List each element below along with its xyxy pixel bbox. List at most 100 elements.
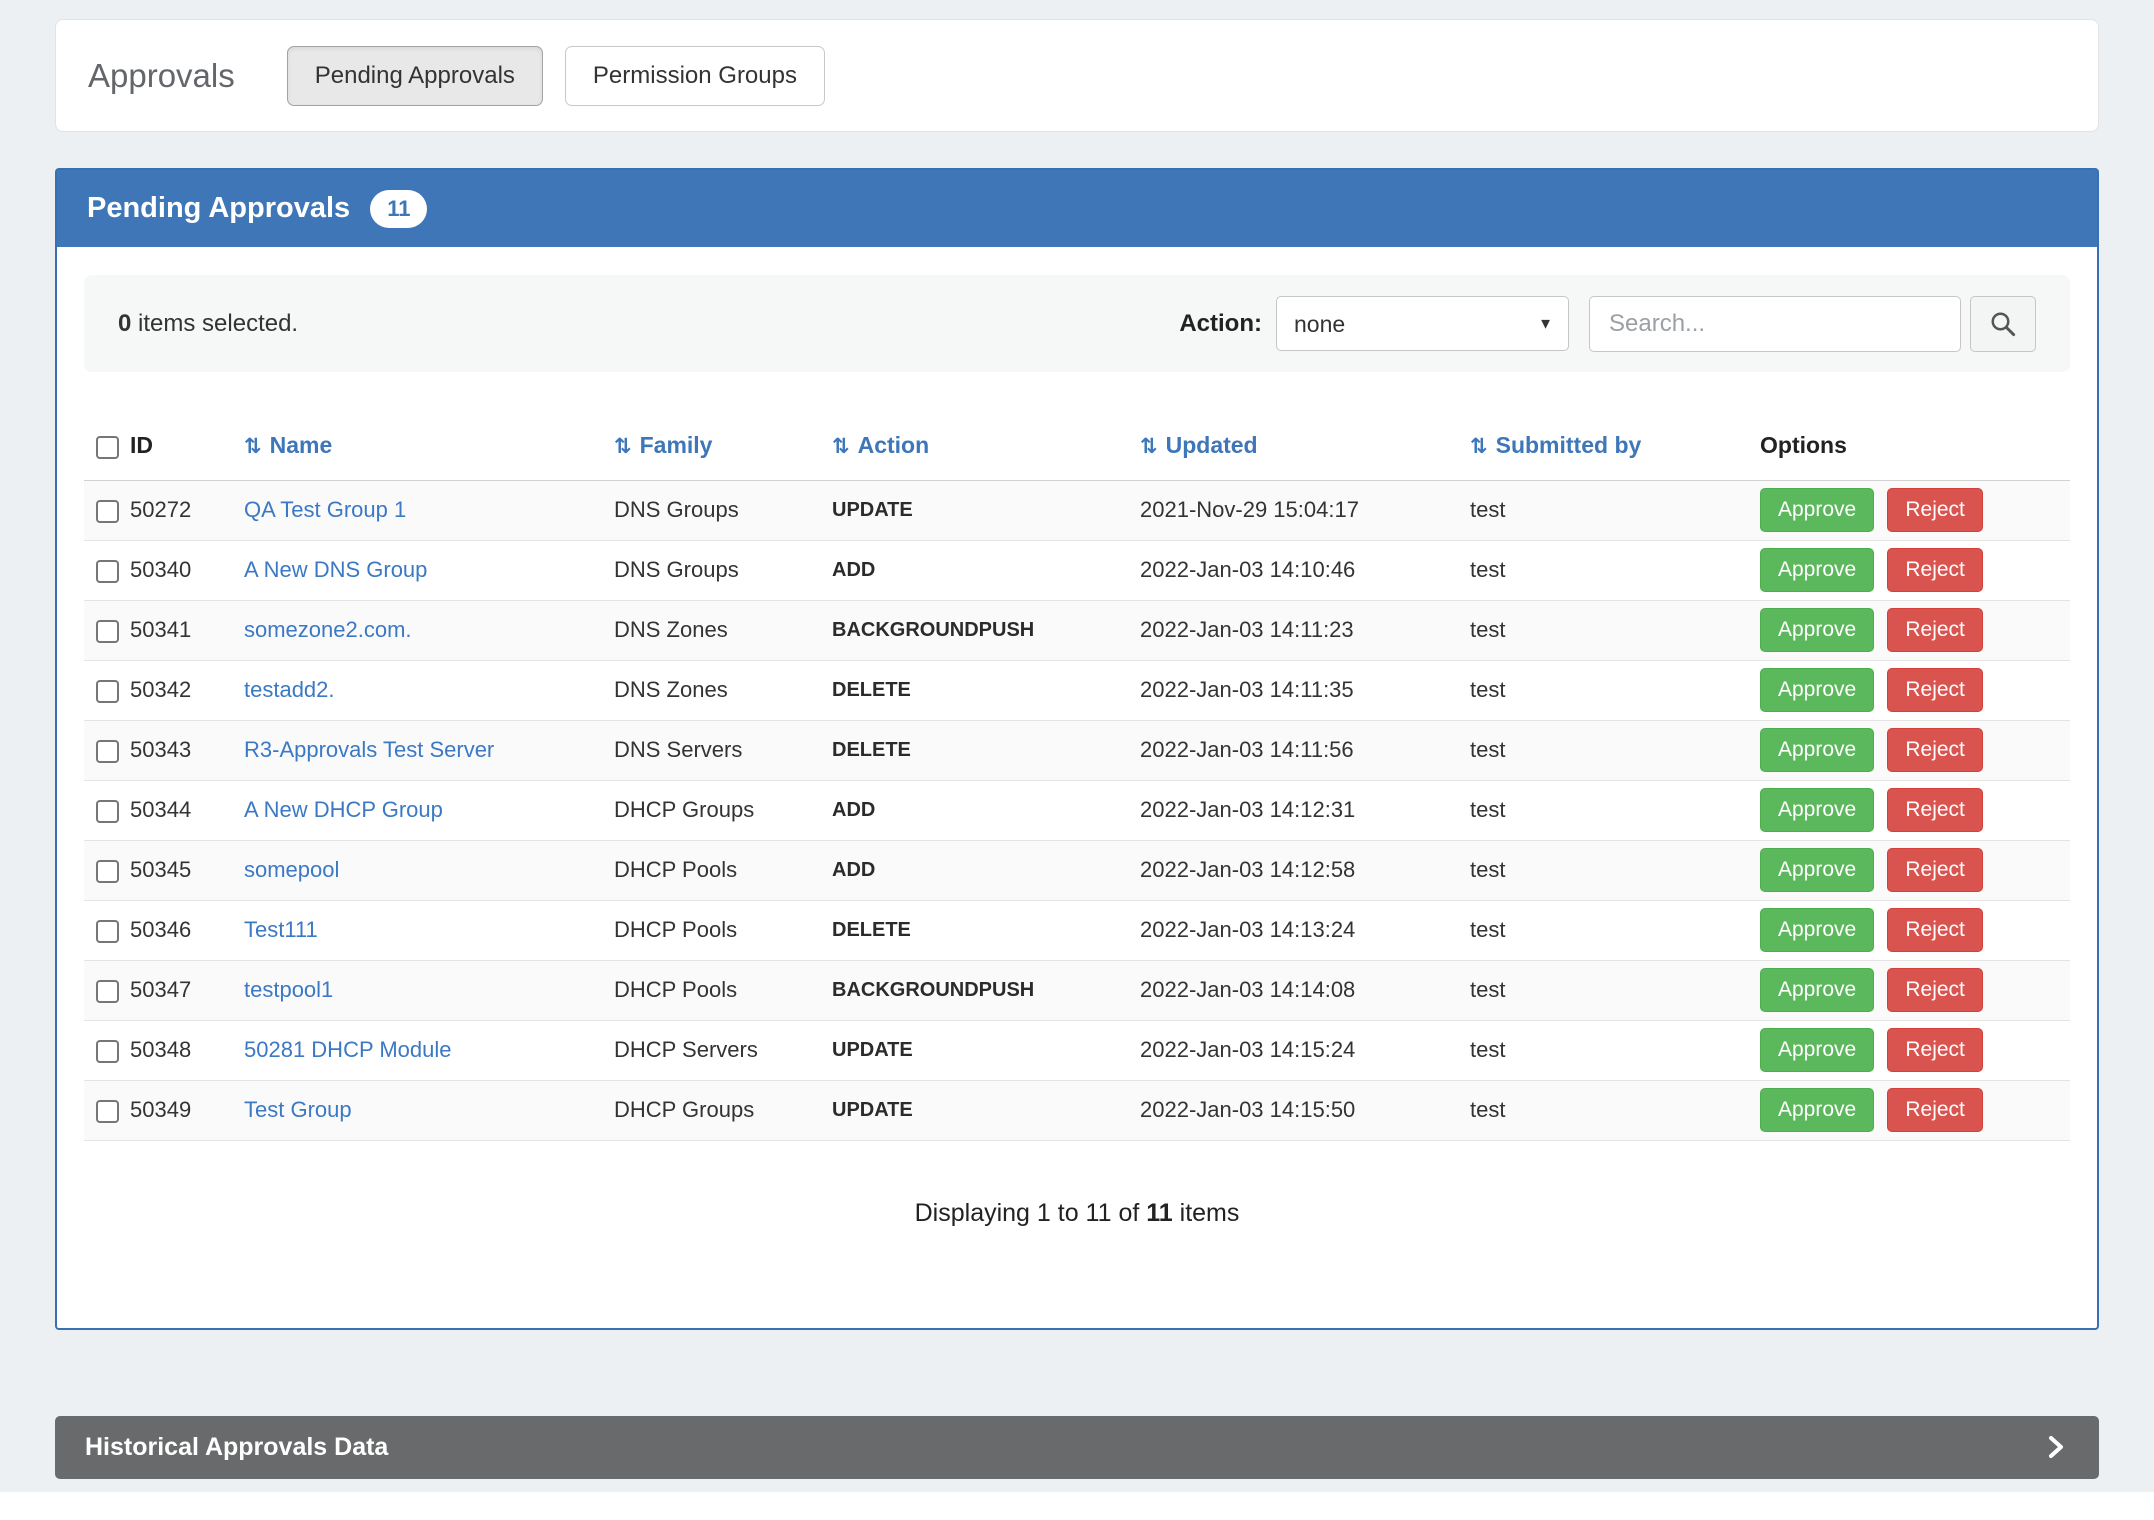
row-checkbox[interactable] xyxy=(96,860,119,883)
cell-action: ADD xyxy=(832,540,1140,600)
reject-button[interactable]: Reject xyxy=(1887,1028,1983,1072)
reject-button[interactable]: Reject xyxy=(1887,908,1983,952)
approval-name-link[interactable]: Test111 xyxy=(244,917,318,942)
column-header-submitted-by[interactable]: ⇅Submitted by xyxy=(1470,412,1760,480)
cell-action: BACKGROUNDPUSH xyxy=(832,600,1140,660)
select-all-checkbox[interactable] xyxy=(96,436,119,459)
reject-button[interactable]: Reject xyxy=(1887,848,1983,892)
top-bar: Approvals Pending Approvals Permission G… xyxy=(55,19,2099,132)
cell-updated: 2022-Jan-03 14:10:46 xyxy=(1140,540,1470,600)
cell-action: UPDATE xyxy=(832,480,1140,540)
approve-button[interactable]: Approve xyxy=(1760,668,1874,712)
action-label: Action: xyxy=(1179,310,1262,338)
cell-options: Approve Reject xyxy=(1760,600,2070,660)
cell-action: DELETE xyxy=(832,720,1140,780)
row-checkbox-cell xyxy=(84,840,130,900)
row-checkbox-cell xyxy=(84,540,130,600)
cell-submitted-by: test xyxy=(1470,900,1760,960)
cell-family: DHCP Groups xyxy=(614,780,832,840)
search-input[interactable] xyxy=(1589,296,1961,352)
approval-name-link[interactable]: testpool1 xyxy=(244,977,333,1002)
cell-family: DHCP Servers xyxy=(614,1020,832,1080)
cell-submitted-by: test xyxy=(1470,720,1760,780)
row-checkbox-cell xyxy=(84,660,130,720)
approval-name-link[interactable]: R3-Approvals Test Server xyxy=(244,737,494,762)
approve-button[interactable]: Approve xyxy=(1760,1028,1874,1072)
cell-updated: 2022-Jan-03 14:11:35 xyxy=(1140,660,1470,720)
column-header-family[interactable]: ⇅Family xyxy=(614,412,832,480)
row-checkbox[interactable] xyxy=(96,560,119,583)
cell-family: DHCP Pools xyxy=(614,840,832,900)
search-button[interactable] xyxy=(1970,296,2036,352)
approval-name-link[interactable]: 50281 DHCP Module xyxy=(244,1037,452,1062)
approval-name-link[interactable]: A New DNS Group xyxy=(244,557,427,582)
approval-name-link[interactable]: testadd2. xyxy=(244,677,335,702)
approve-button[interactable]: Approve xyxy=(1760,968,1874,1012)
row-checkbox[interactable] xyxy=(96,920,119,943)
reject-button[interactable]: Reject xyxy=(1887,548,1983,592)
cell-name: A New DHCP Group xyxy=(244,780,614,840)
row-checkbox[interactable] xyxy=(96,680,119,703)
approve-button[interactable]: Approve xyxy=(1760,548,1874,592)
cell-name: 50281 DHCP Module xyxy=(244,1020,614,1080)
approve-button[interactable]: Approve xyxy=(1760,788,1874,832)
cell-submitted-by: test xyxy=(1470,600,1760,660)
approve-button[interactable]: Approve xyxy=(1760,728,1874,772)
reject-button[interactable]: Reject xyxy=(1887,788,1983,832)
chevron-right-icon xyxy=(2041,1433,2069,1461)
cell-options: Approve Reject xyxy=(1760,660,2070,720)
approve-button[interactable]: Approve xyxy=(1760,488,1874,532)
reject-button[interactable]: Reject xyxy=(1887,968,1983,1012)
reject-button[interactable]: Reject xyxy=(1887,1088,1983,1132)
tab-permission-groups[interactable]: Permission Groups xyxy=(565,46,825,106)
row-checkbox[interactable] xyxy=(96,1100,119,1123)
sort-icon: ⇅ xyxy=(244,435,262,458)
cell-name: Test Group xyxy=(244,1080,614,1140)
approval-name-link[interactable]: QA Test Group 1 xyxy=(244,497,406,522)
cell-id: 50272 xyxy=(130,480,244,540)
cell-action: ADD xyxy=(832,840,1140,900)
cell-options: Approve Reject xyxy=(1760,900,2070,960)
approve-button[interactable]: Approve xyxy=(1760,1088,1874,1132)
row-checkbox-cell xyxy=(84,1080,130,1140)
row-checkbox[interactable] xyxy=(96,1040,119,1063)
approve-button[interactable]: Approve xyxy=(1760,908,1874,952)
footer-suffix: items xyxy=(1180,1199,1240,1227)
pending-count-badge: 11 xyxy=(370,190,427,228)
column-header-updated[interactable]: ⇅Updated xyxy=(1140,412,1470,480)
reject-button[interactable]: Reject xyxy=(1887,728,1983,772)
row-checkbox[interactable] xyxy=(96,740,119,763)
row-checkbox[interactable] xyxy=(96,620,119,643)
sort-icon: ⇅ xyxy=(1470,435,1488,458)
action-select[interactable]: none xyxy=(1276,296,1569,351)
cell-family: DHCP Pools xyxy=(614,900,832,960)
cell-id: 50342 xyxy=(130,660,244,720)
row-checkbox[interactable] xyxy=(96,500,119,523)
column-header-id: ID xyxy=(130,412,244,480)
reject-button[interactable]: Reject xyxy=(1887,668,1983,712)
table-row: 50344 A New DHCP Group DHCP Groups ADD 2… xyxy=(84,780,2070,840)
footer-prefix: Displaying 1 to 11 of xyxy=(915,1199,1140,1227)
cell-name: testpool1 xyxy=(244,960,614,1020)
approval-name-link[interactable]: somezone2.com. xyxy=(244,617,412,642)
column-header-name[interactable]: ⇅Name xyxy=(244,412,614,480)
row-checkbox-cell xyxy=(84,480,130,540)
approval-name-link[interactable]: somepool xyxy=(244,857,339,882)
reject-button[interactable]: Reject xyxy=(1887,608,1983,652)
selected-text: items selected. xyxy=(138,310,298,337)
row-checkbox[interactable] xyxy=(96,800,119,823)
approval-name-link[interactable]: A New DHCP Group xyxy=(244,797,443,822)
tab-pending-approvals[interactable]: Pending Approvals xyxy=(287,46,543,106)
historical-approvals-bar[interactable]: Historical Approvals Data xyxy=(55,1416,2099,1479)
column-header-action[interactable]: ⇅Action xyxy=(832,412,1140,480)
approval-name-link[interactable]: Test Group xyxy=(244,1097,352,1122)
table-row: 50340 A New DNS Group DNS Groups ADD 202… xyxy=(84,540,2070,600)
approve-button[interactable]: Approve xyxy=(1760,608,1874,652)
row-checkbox[interactable] xyxy=(96,980,119,1003)
reject-button[interactable]: Reject xyxy=(1887,488,1983,532)
cell-action: ADD xyxy=(832,780,1140,840)
select-all-cell xyxy=(84,412,130,480)
cell-action: DELETE xyxy=(832,660,1140,720)
approve-button[interactable]: Approve xyxy=(1760,848,1874,892)
cell-id: 50343 xyxy=(130,720,244,780)
